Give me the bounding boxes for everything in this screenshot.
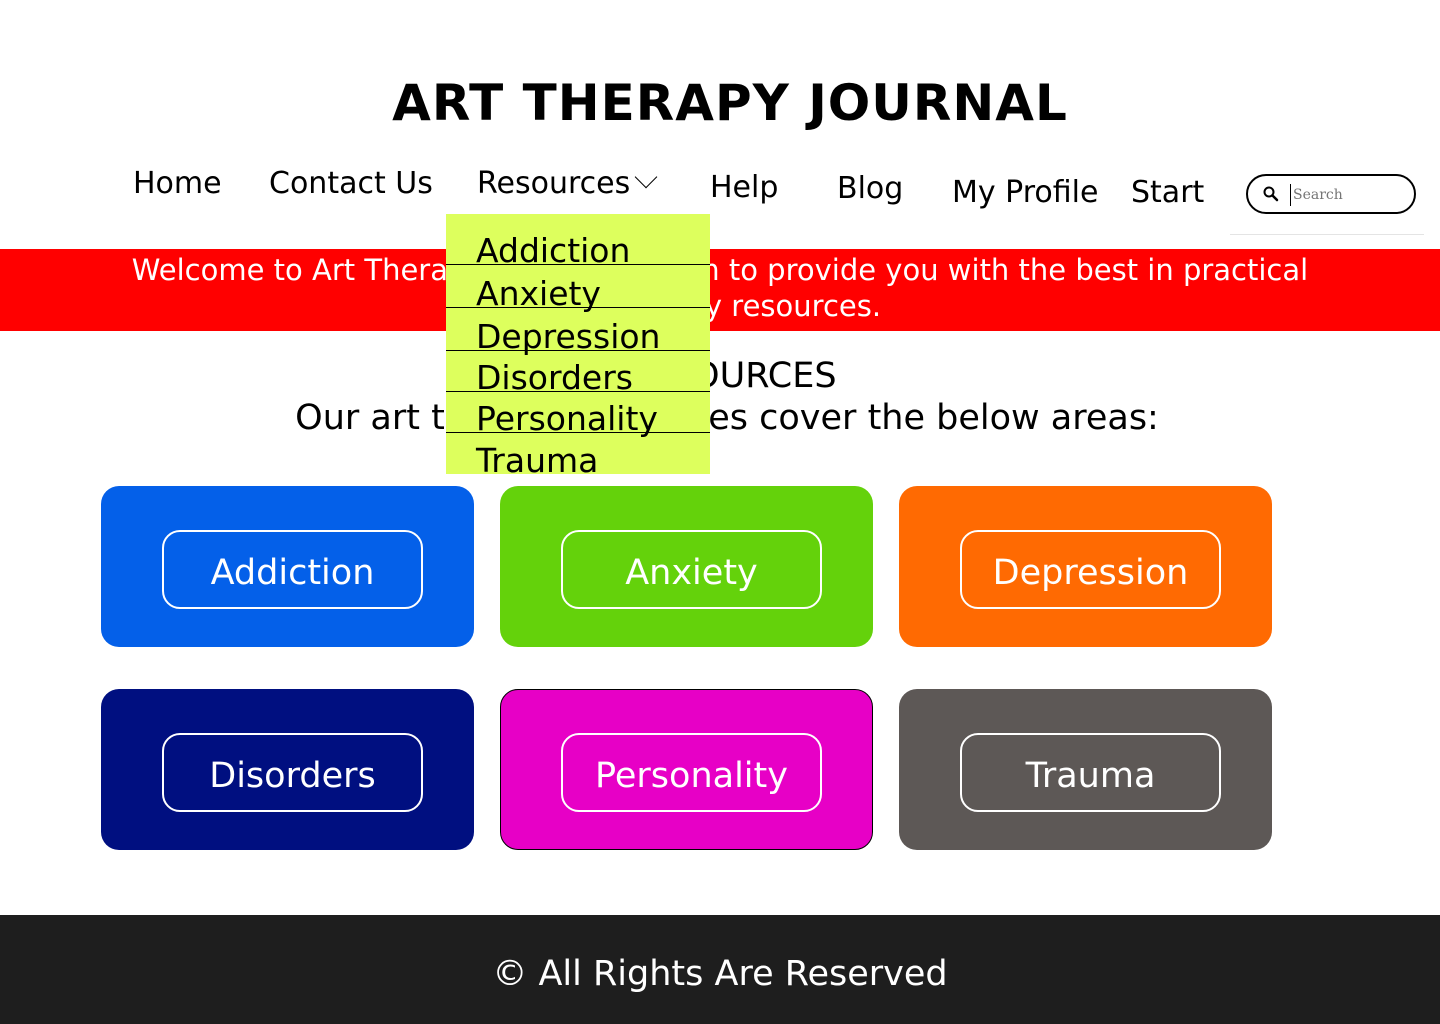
dropdown-item-anxiety[interactable]: Anxiety [446, 266, 710, 313]
nav-resources-label: Resources [477, 166, 631, 201]
nav-my-profile[interactable]: My Profile [952, 175, 1098, 210]
trauma-button[interactable]: Trauma [960, 733, 1221, 812]
depression-button[interactable]: Depression [960, 530, 1221, 609]
personality-button[interactable]: Personality [561, 733, 822, 812]
footer-text: © All Rights Are Reserved [492, 954, 948, 994]
dropdown-item-personality[interactable]: Personality [446, 391, 710, 438]
card-depression: Depression [899, 486, 1272, 647]
disorders-button[interactable]: Disorders [162, 733, 423, 812]
dropdown-item-disorders[interactable]: Disorders [446, 350, 710, 397]
nav-contact-us[interactable]: Contact Us [269, 166, 433, 201]
nav-blog[interactable]: Blog [837, 171, 903, 206]
dropdown-item-trauma[interactable]: Trauma [446, 433, 710, 480]
card-personality: Personality [500, 689, 873, 850]
welcome-banner: Welcome to Art Therapy Journal. We aim t… [0, 249, 1440, 331]
card-trauma: Trauma [899, 689, 1272, 850]
resources-heading: RESOURCES [623, 356, 837, 396]
nav-home[interactable]: Home [133, 166, 222, 201]
nav-help[interactable]: Help [710, 170, 778, 205]
card-addiction: Addiction [101, 486, 474, 647]
chevron-down-icon [634, 165, 658, 189]
nav-start[interactable]: Start [1131, 175, 1204, 210]
nav-resources[interactable]: Resources [477, 165, 658, 201]
page: ART THERAPY JOURNAL Home Contact Us Reso… [0, 0, 1440, 1024]
nav-divider [1230, 234, 1424, 235]
resources-subtitle: Our art therapy resources cover the belo… [295, 398, 1159, 438]
anxiety-button[interactable]: Anxiety [561, 530, 822, 609]
dropdown-item-depression[interactable]: Depression [446, 309, 710, 356]
search-input[interactable] [1290, 184, 1400, 206]
card-disorders: Disorders [101, 689, 474, 850]
site-title: ART THERAPY JOURNAL [392, 74, 1068, 132]
banner-text: Welcome to Art Therapy Journal. We aim t… [131, 253, 1309, 323]
search-icon [1263, 186, 1279, 202]
dropdown-item-addiction[interactable]: Addiction [446, 223, 710, 270]
search-box[interactable] [1246, 174, 1416, 214]
card-anxiety: Anxiety [500, 486, 873, 647]
addiction-button[interactable]: Addiction [162, 530, 423, 609]
footer: © All Rights Are Reserved [0, 915, 1440, 1024]
resources-dropdown: Addiction Anxiety Depression Disorders P… [446, 214, 710, 480]
